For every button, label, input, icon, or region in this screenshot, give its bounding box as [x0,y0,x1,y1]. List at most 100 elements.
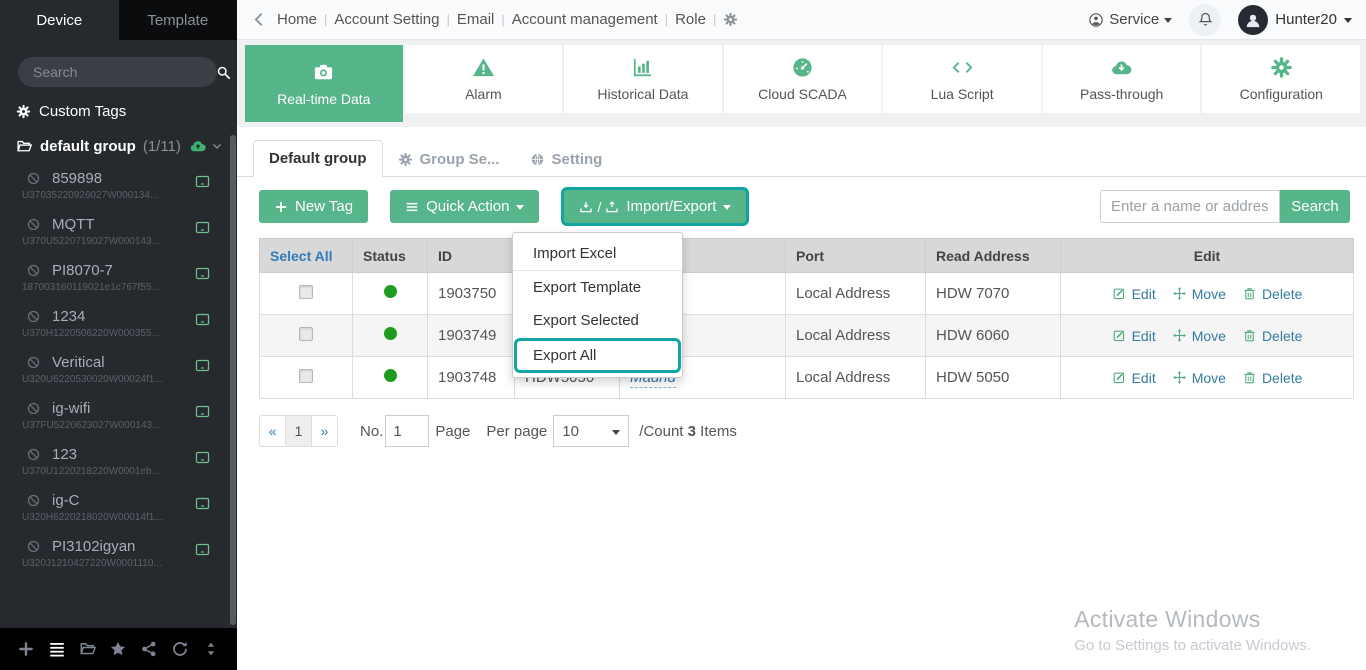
refresh-icon[interactable] [171,640,189,658]
action-label: Move [1192,286,1226,302]
sub-tab-group-se-[interactable]: Group Se... [383,142,515,177]
custom-tags[interactable]: Custom Tags [16,103,237,120]
breadcrumb-item[interactable]: Email [457,11,495,28]
tab-template[interactable]: Template [119,0,238,40]
cloud-upload-icon[interactable] [189,137,207,155]
dropdown-item[interactable]: Export Selected [513,304,682,337]
page-number-input[interactable] [385,415,429,447]
column-header-select-all[interactable]: Select All [260,239,353,273]
table-search-input[interactable] [1100,190,1280,223]
main-tab-lua-script[interactable]: Lua Script [883,45,1041,113]
back-chevron-icon[interactable] [251,11,268,28]
chevron-down-icon[interactable] [211,140,223,152]
main-tab-real-time-data[interactable]: Real-time Data [245,45,403,122]
main-tab-pass-through[interactable]: Pass-through [1043,45,1201,113]
page-prev-button[interactable]: « [259,415,286,447]
move-action[interactable]: Move [1172,370,1226,386]
edit-action[interactable]: Edit [1112,328,1156,344]
breadcrumb-item[interactable]: Account management [512,11,658,28]
breadcrumb-item[interactable]: Account Setting [334,11,439,28]
move-action[interactable]: Move [1172,286,1226,302]
device-icon[interactable] [194,541,211,558]
device-icon[interactable] [194,357,211,374]
delete-action[interactable]: Delete [1242,370,1302,386]
device-icon[interactable] [194,173,211,190]
breadcrumb-item[interactable]: Home [277,11,317,28]
topbar-right: Service Hunter20 [1088,4,1352,36]
pagination: « 1 » No. Page Per page 10 /Count 3 Item… [259,415,1366,447]
tab-device[interactable]: Device [0,0,119,40]
main-tab-label: Historical Data [597,86,688,102]
device-icon[interactable] [194,265,211,282]
sidebar-toolbar [0,628,237,670]
main-tab-configuration[interactable]: Configuration [1202,45,1360,113]
device-icon[interactable] [194,311,211,328]
breadcrumb-item[interactable]: Role [675,11,706,28]
new-tag-button[interactable]: New Tag [259,190,368,223]
dropdown-item[interactable]: Export All [517,341,678,370]
cell-read-address: HDW 5050 [926,357,1061,399]
device-icon[interactable] [194,449,211,466]
sub-tab-setting[interactable]: Setting [515,142,618,177]
import-export-button[interactable]: / Import/Export [564,190,746,223]
quick-action-button[interactable]: Quick Action [390,190,539,223]
row-checkbox[interactable] [299,285,313,299]
device-item[interactable]: 1234U370H1220506220W000355... [0,300,237,346]
device-item[interactable]: 123U370U1220218220W0001eb... [0,438,237,484]
device-icon[interactable] [194,403,211,420]
page-number-button[interactable]: 1 [285,415,312,447]
share-icon[interactable] [140,640,158,658]
folder-open-icon[interactable] [79,640,97,658]
device-item[interactable]: VeriticalU320U6220530020W00024f1... [0,346,237,392]
device-item[interactable]: PI8070-7187003160119021e1c767f55... [0,254,237,300]
delete-action[interactable]: Delete [1242,328,1302,344]
dropdown-item-highlighted: Export All [514,338,681,373]
main-tab-cloud-scada[interactable]: Cloud SCADA [724,45,882,113]
row-checkbox[interactable] [299,369,313,383]
device-serial: U37035220926027W000134... [22,190,223,201]
plus-icon[interactable] [17,640,35,658]
main-tab-alarm[interactable]: Alarm [405,45,563,113]
action-label: Edit [1132,370,1156,386]
dropdown-item[interactable]: Import Excel [513,237,682,270]
row-checkbox[interactable] [299,327,313,341]
sub-tab-default-group[interactable]: Default group [253,140,383,177]
device-item[interactable]: ig-wifiU37FU5220623027W000143... [0,392,237,438]
sidebar-scrollbar[interactable] [230,135,236,625]
main-tab-historical-data[interactable]: Historical Data [564,45,722,113]
user-menu[interactable]: Hunter20 [1238,5,1352,35]
device-icon[interactable] [194,495,211,512]
device-icon[interactable] [194,219,211,236]
page-next-button[interactable]: » [311,415,338,447]
device-item[interactable]: 859898U37035220926027W000134... [0,162,237,208]
service-menu[interactable]: Service [1088,11,1172,28]
notifications-button[interactable] [1189,4,1221,36]
pencil-square-icon [1112,370,1127,385]
caret-down-icon [723,205,731,210]
edit-action[interactable]: Edit [1112,286,1156,302]
menu-icon[interactable] [48,640,66,658]
device-item[interactable]: PI3102igyanU320J1210427220W0001110... [0,530,237,574]
search-icon[interactable] [216,65,231,80]
device-serial: U370H1220506220W000355... [22,328,223,339]
tags-table: Select AllStatusIDPortRead AddressEdit19… [259,238,1354,399]
group-header[interactable]: default group (1/11) [16,137,223,155]
device-item[interactable]: MQTTU370U5220719027W000143... [0,208,237,254]
per-page-select[interactable]: 10 [553,415,629,447]
user-circle-icon [1088,12,1104,28]
delete-action[interactable]: Delete [1242,286,1302,302]
device-item[interactable]: ig-CU320H6220218020W00014f1... [0,484,237,530]
move-action[interactable]: Move [1172,328,1226,344]
custom-tags-label: Custom Tags [39,103,126,120]
alarm-icon [472,56,495,79]
dropdown-item[interactable]: Export Template [513,270,682,304]
sub-tab-label: Group Se... [420,151,500,168]
table-search-button[interactable]: Search [1280,190,1350,223]
star-icon[interactable] [109,640,127,658]
gear-icon [1270,56,1293,79]
gear-icon[interactable] [723,12,738,27]
sidebar-search-input[interactable] [31,63,216,81]
edit-action[interactable]: Edit [1112,370,1156,386]
cell-id: 1903748 [428,357,515,399]
sort-icon[interactable] [202,640,220,658]
